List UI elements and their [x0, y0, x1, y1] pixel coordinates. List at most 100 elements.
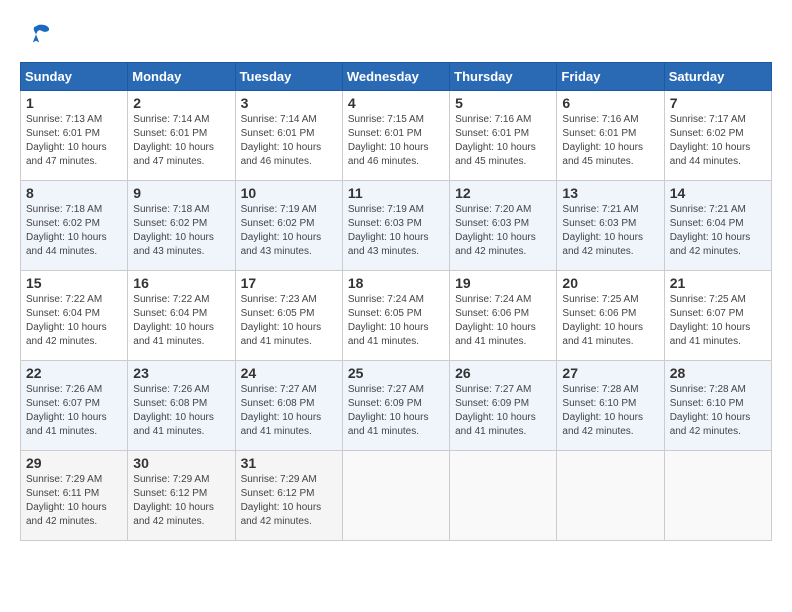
table-row: 9 Sunrise: 7:18 AMSunset: 6:02 PMDaylight… [128, 181, 235, 271]
day-number: 23 [133, 365, 229, 381]
day-number: 21 [670, 275, 766, 291]
day-number: 15 [26, 275, 122, 291]
day-info: Sunrise: 7:18 AMSunset: 6:02 PMDaylight:… [133, 203, 229, 259]
day-info: Sunrise: 7:19 AMSunset: 6:02 PMDaylight:… [241, 203, 337, 259]
table-row: 8 Sunrise: 7:18 AMSunset: 6:02 PMDaylight… [21, 181, 128, 271]
calendar-table: Sunday Monday Tuesday Wednesday Thursday… [20, 62, 772, 541]
day-info: Sunrise: 7:28 AMSunset: 6:10 PMDaylight:… [670, 383, 766, 439]
day-info: Sunrise: 7:22 AMSunset: 6:04 PMDaylight:… [26, 293, 122, 349]
table-row: 22 Sunrise: 7:26 AMSunset: 6:07 PMDayligh… [21, 361, 128, 451]
day-number: 7 [670, 95, 766, 111]
day-number: 4 [348, 95, 444, 111]
table-row: 25 Sunrise: 7:27 AMSunset: 6:09 PMDayligh… [342, 361, 449, 451]
table-row [557, 451, 664, 541]
logo-icon [20, 20, 52, 52]
day-number: 17 [241, 275, 337, 291]
day-number: 30 [133, 455, 229, 471]
day-number: 25 [348, 365, 444, 381]
header-friday: Friday [557, 63, 664, 91]
table-row: 3 Sunrise: 7:14 AMSunset: 6:01 PMDaylight… [235, 91, 342, 181]
day-info: Sunrise: 7:19 AMSunset: 6:03 PMDaylight:… [348, 203, 444, 259]
table-row: 16 Sunrise: 7:22 AMSunset: 6:04 PMDayligh… [128, 271, 235, 361]
table-row: 13Sunrise: 7:21 AMSunset: 6:03 PMDayligh… [557, 181, 664, 271]
table-row: 24 Sunrise: 7:27 AMSunset: 6:08 PMDayligh… [235, 361, 342, 451]
day-number: 18 [348, 275, 444, 291]
day-info: Sunrise: 7:27 AMSunset: 6:09 PMDaylight:… [348, 383, 444, 439]
day-number: 19 [455, 275, 551, 291]
day-info: Sunrise: 7:25 AMSunset: 6:06 PMDaylight:… [562, 293, 658, 349]
calendar-week-row: 8 Sunrise: 7:18 AMSunset: 6:02 PMDaylight… [21, 181, 772, 271]
day-info: Sunrise: 7:24 AMSunset: 6:06 PMDaylight:… [455, 293, 551, 349]
table-row [664, 451, 771, 541]
calendar-week-row: 22 Sunrise: 7:26 AMSunset: 6:07 PMDayligh… [21, 361, 772, 451]
calendar-week-row: 15 Sunrise: 7:22 AMSunset: 6:04 PMDayligh… [21, 271, 772, 361]
header-wednesday: Wednesday [342, 63, 449, 91]
day-number: 2 [133, 95, 229, 111]
day-info: Sunrise: 7:29 AMSunset: 6:11 PMDaylight:… [26, 473, 122, 529]
day-number: 22 [26, 365, 122, 381]
day-number: 28 [670, 365, 766, 381]
logo [20, 20, 56, 52]
table-row: 23 Sunrise: 7:26 AMSunset: 6:08 PMDayligh… [128, 361, 235, 451]
day-info: Sunrise: 7:26 AMSunset: 6:08 PMDaylight:… [133, 383, 229, 439]
table-row: 6 Sunrise: 7:16 AMSunset: 6:01 PMDaylight… [557, 91, 664, 181]
day-info: Sunrise: 7:15 AMSunset: 6:01 PMDaylight:… [348, 113, 444, 169]
day-info: Sunrise: 7:16 AMSunset: 6:01 PMDaylight:… [562, 113, 658, 169]
table-row: 28 Sunrise: 7:28 AMSunset: 6:10 PMDayligh… [664, 361, 771, 451]
table-row: 30 Sunrise: 7:29 AMSunset: 6:12 PMDayligh… [128, 451, 235, 541]
table-row: 7 Sunrise: 7:17 AMSunset: 6:02 PMDaylight… [664, 91, 771, 181]
table-row: 11Sunrise: 7:19 AMSunset: 6:03 PMDayligh… [342, 181, 449, 271]
table-row: 1Sunrise: 7:13 AMSunset: 6:01 PMDaylight… [21, 91, 128, 181]
header-sunday: Sunday [21, 63, 128, 91]
day-number: 16 [133, 275, 229, 291]
day-info: Sunrise: 7:23 AMSunset: 6:05 PMDaylight:… [241, 293, 337, 349]
day-info: Sunrise: 7:24 AMSunset: 6:05 PMDaylight:… [348, 293, 444, 349]
page-header [20, 20, 772, 52]
day-info: Sunrise: 7:27 AMSunset: 6:09 PMDaylight:… [455, 383, 551, 439]
day-number: 3 [241, 95, 337, 111]
day-number: 8 [26, 185, 122, 201]
day-info: Sunrise: 7:17 AMSunset: 6:02 PMDaylight:… [670, 113, 766, 169]
day-info: Sunrise: 7:28 AMSunset: 6:10 PMDaylight:… [562, 383, 658, 439]
day-number: 1 [26, 95, 122, 111]
table-row: 2Sunrise: 7:14 AMSunset: 6:01 PMDaylight… [128, 91, 235, 181]
day-number: 9 [133, 185, 229, 201]
day-number: 14 [670, 185, 766, 201]
day-number: 24 [241, 365, 337, 381]
day-info: Sunrise: 7:29 AMSunset: 6:12 PMDaylight:… [133, 473, 229, 529]
day-info: Sunrise: 7:21 AMSunset: 6:03 PMDaylight:… [562, 203, 658, 259]
header-monday: Monday [128, 63, 235, 91]
day-info: Sunrise: 7:22 AMSunset: 6:04 PMDaylight:… [133, 293, 229, 349]
day-number: 10 [241, 185, 337, 201]
table-row: 17 Sunrise: 7:23 AMSunset: 6:05 PMDayligh… [235, 271, 342, 361]
day-number: 31 [241, 455, 337, 471]
weekday-header-row: Sunday Monday Tuesday Wednesday Thursday… [21, 63, 772, 91]
day-number: 6 [562, 95, 658, 111]
day-info: Sunrise: 7:14 AMSunset: 6:01 PMDaylight:… [241, 113, 337, 169]
table-row: 20 Sunrise: 7:25 AMSunset: 6:06 PMDayligh… [557, 271, 664, 361]
table-row: 15 Sunrise: 7:22 AMSunset: 6:04 PMDayligh… [21, 271, 128, 361]
table-row: 19 Sunrise: 7:24 AMSunset: 6:06 PMDayligh… [450, 271, 557, 361]
day-info: Sunrise: 7:27 AMSunset: 6:08 PMDaylight:… [241, 383, 337, 439]
day-info: Sunrise: 7:21 AMSunset: 6:04 PMDaylight:… [670, 203, 766, 259]
day-info: Sunrise: 7:18 AMSunset: 6:02 PMDaylight:… [26, 203, 122, 259]
table-row: 29 Sunrise: 7:29 AMSunset: 6:11 PMDayligh… [21, 451, 128, 541]
day-number: 5 [455, 95, 551, 111]
day-info: Sunrise: 7:16 AMSunset: 6:01 PMDaylight:… [455, 113, 551, 169]
table-row: 12Sunrise: 7:20 AMSunset: 6:03 PMDayligh… [450, 181, 557, 271]
day-info: Sunrise: 7:26 AMSunset: 6:07 PMDaylight:… [26, 383, 122, 439]
table-row: 5 Sunrise: 7:16 AMSunset: 6:01 PMDaylight… [450, 91, 557, 181]
day-number: 29 [26, 455, 122, 471]
table-row: 10 Sunrise: 7:19 AMSunset: 6:02 PMDayligh… [235, 181, 342, 271]
header-saturday: Saturday [664, 63, 771, 91]
day-number: 26 [455, 365, 551, 381]
day-number: 20 [562, 275, 658, 291]
table-row [342, 451, 449, 541]
table-row: 18 Sunrise: 7:24 AMSunset: 6:05 PMDayligh… [342, 271, 449, 361]
day-info: Sunrise: 7:20 AMSunset: 6:03 PMDaylight:… [455, 203, 551, 259]
table-row: 31Sunrise: 7:29 AMSunset: 6:12 PMDayligh… [235, 451, 342, 541]
day-number: 27 [562, 365, 658, 381]
table-row: 21Sunrise: 7:25 AMSunset: 6:07 PMDayligh… [664, 271, 771, 361]
table-row: 27 Sunrise: 7:28 AMSunset: 6:10 PMDayligh… [557, 361, 664, 451]
table-row: 4 Sunrise: 7:15 AMSunset: 6:01 PMDaylight… [342, 91, 449, 181]
